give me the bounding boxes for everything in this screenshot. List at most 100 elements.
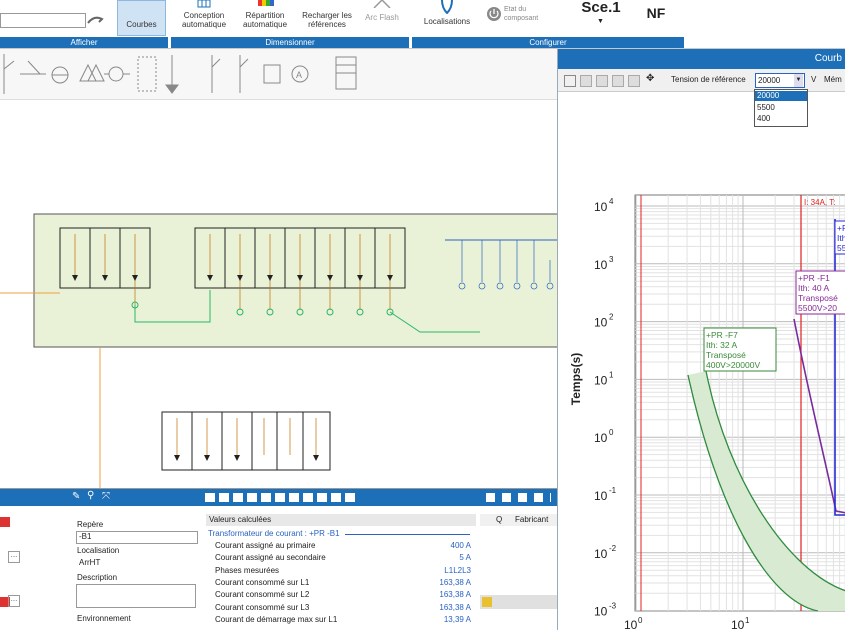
tension-dropdown: 20000 5500 400 [754,89,808,127]
chevron-down-icon[interactable]: ▼ [794,74,803,87]
repere-label: Repère [77,520,104,529]
pan-tool-icon[interactable] [596,75,608,87]
bottom-panels: ✎ ⚲ ⤧ … … Repère -B1 Localisation ArrHT … [0,488,557,631]
norm-label[interactable]: NF [636,5,676,25]
tension-option-1[interactable]: 5500 [757,103,775,112]
marker-label: I: 34A, T: [804,198,835,207]
repere-field[interactable]: -B1 [76,531,198,544]
recharger-button[interactable]: Recharger les références [297,0,357,34]
ellipsis-button[interactable]: … [8,595,20,607]
generator-symbol-icon[interactable] [104,66,130,82]
value-row-label: Courant de démarrage max sur L1 [215,614,338,624]
move-icon[interactable]: ✥ [646,73,654,84]
ribbon: Courbes Afficher Conception automatique … [0,0,845,49]
breaker-symbol-icon[interactable] [20,60,46,75]
contactor-symbol-icon[interactable] [239,55,249,93]
curve-annotation-text: 550 [837,243,845,253]
localisations-button[interactable]: Localisations [417,0,477,34]
select-tool-icon[interactable] [564,75,576,87]
courbes-button[interactable]: Courbes [117,0,166,36]
y-tick-exponent: 1 [609,370,614,379]
value-row: Courant de démarrage max sur L1 13,39 A [210,615,475,627]
group-dimensionner: Dimensionner [171,37,409,48]
value-row: Courant assigné au secondaire 5 A [210,553,475,565]
undo-arrow-icon[interactable] [86,13,104,27]
zoom-tool-icon[interactable] [580,75,592,87]
value-row-label: Courant assigné au primaire [215,541,316,550]
col-fabricant: Fabricant [515,515,549,524]
description-field[interactable] [76,584,196,608]
tension-select[interactable]: 20000 ▼ [755,73,805,88]
x-tick-label: 10 [624,618,638,630]
curve-annotation-text: Transposé [798,293,838,303]
search-input[interactable] [0,13,86,28]
export-tool-icon[interactable] [612,75,624,87]
collapse-icon[interactable]: ⤧ [102,491,110,502]
bottom-toolbar: ✎ ⚲ ⤧ [0,489,557,506]
curve-panel-header: Courb [558,49,845,69]
curve-annotation-text: Ith: 32 A [706,340,738,350]
localisations-label: Localisations [423,17,471,26]
y-tick-exponent: -2 [609,544,617,553]
value-row-value: 163,38 A [439,590,471,600]
localisation-label: Localisation [77,546,120,555]
palette-icon [258,0,274,6]
etat-button[interactable]: Etat du composant [484,3,554,25]
symbol-palette: A [3,54,357,94]
panel-symbol-icon[interactable] [335,56,357,90]
curve-panel: Courb ✥ Tension de référence 20000 ▼ V M… [557,49,845,630]
repartition-label: Répartition automatique [242,11,288,29]
tension-option-0[interactable]: 20000 [755,91,807,101]
y-tick-label: 10 [594,316,608,330]
print-tool-icon[interactable] [628,75,640,87]
folder-icon[interactable] [482,597,492,607]
value-row: Courant consommé sur L3 163,38 A [210,603,475,615]
switch-symbol-icon[interactable] [3,54,15,94]
curve-annotation-text: 5500V>20 [798,303,837,313]
ammeter-symbol-icon[interactable]: A [291,65,309,83]
courbes-label: Courbes [126,20,157,29]
earth-symbol-icon[interactable] [165,55,179,94]
recharger-label: Recharger les références [302,11,352,29]
conception-button[interactable]: Conception automatique [176,0,232,34]
error-marker-icon [0,517,10,527]
y-tick-exponent: 0 [609,428,614,437]
repartition-button[interactable]: Répartition automatique [236,0,294,34]
curve-annotation-text: 400V>20000V [706,360,760,370]
y-tick-exponent: -1 [609,486,617,495]
ellipsis-button[interactable]: … [8,551,20,563]
tripping-curve-chart[interactable]: 10 410 310 210 110 010 -110 -210 -310 0 10 1Temps(s… [558,91,845,630]
edit-icon[interactable]: ✎ [72,491,80,502]
scenario-selector[interactable]: Sce.1 ▼ [575,0,627,34]
conception-label: Conception automatique [181,11,227,29]
tension-value: 20000 [758,76,781,85]
y-tick-label: 10 [594,547,608,561]
group-afficher: Afficher [0,37,168,48]
motor-symbol-icon[interactable] [51,66,69,84]
diagram-canvas[interactable] [0,100,557,488]
y-tick-exponent: -3 [609,602,617,611]
value-row-label: Courant consommé sur L1 [215,577,310,587]
warning-triangle-icon [373,0,391,8]
arcflash-button[interactable]: Arc Flash [360,0,404,34]
tension-option-2[interactable]: 400 [757,114,770,123]
y-tick-exponent: 3 [609,255,614,264]
value-row: Courant consommé sur L2 163,38 A [210,590,475,602]
location-pin-icon[interactable]: ⚲ [87,490,94,501]
x-tick-exponent: 0 [638,616,643,625]
y-tick-label: 10 [594,200,608,214]
localisation-value[interactable]: ArrHT [79,558,100,567]
y-axis-label: Temps(s) [569,353,583,405]
scenario-label: Sce.1 [581,0,621,16]
group-configurer: Configurer [412,37,684,48]
enclosure-symbol-icon[interactable] [137,56,157,92]
grid-icon [197,0,211,8]
list-tool-icons[interactable] [486,493,551,502]
view-toggle-icons[interactable] [205,493,355,502]
value-row-value: 163,38 A [439,577,471,587]
relay-symbol-icon[interactable] [263,64,281,84]
chevron-down-icon: ▼ [597,18,604,25]
transformer-symbol-icon[interactable] [79,63,105,82]
symbol-toolbar: A [0,49,557,100]
disconnector-symbol-icon[interactable] [211,55,221,93]
